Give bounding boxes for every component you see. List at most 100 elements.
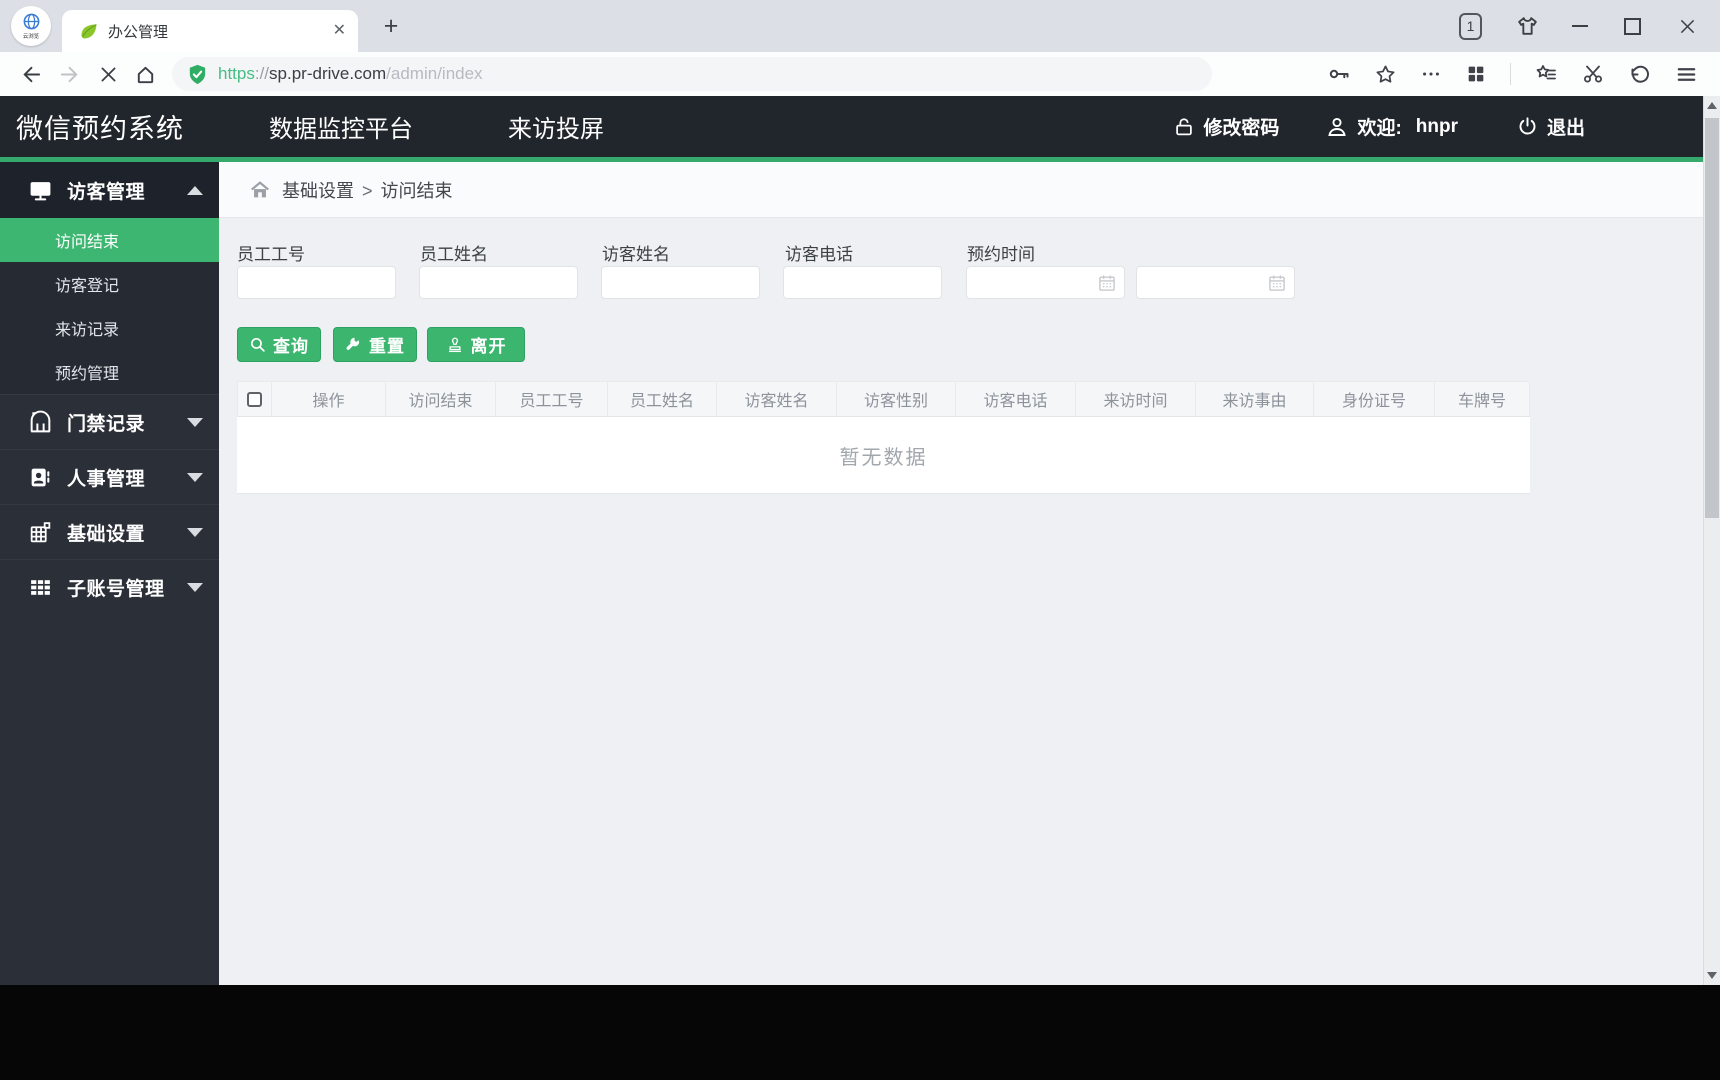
address-bar[interactable]: https://sp.pr-drive.com/admin/index <box>172 57 1212 91</box>
username: hnpr <box>1415 115 1458 137</box>
sidebar-item-reservation-mgmt[interactable]: 预约管理 <box>0 350 219 394</box>
sidebar-section-hr-mgmt[interactable]: 人事管理 <box>0 449 219 504</box>
forward-button[interactable] <box>59 63 82 86</box>
theme-skin-icon[interactable] <box>1515 14 1540 39</box>
sidebar-section-door-records[interactable]: 门禁记录 <box>0 394 219 449</box>
sidebar-section-label: 访客管理 <box>67 181 146 203</box>
label-appoint-time: 预约时间 <box>967 245 1035 264</box>
col-id-number: 身份证号 <box>1314 382 1435 416</box>
col-plate-number: 车牌号 <box>1457 393 1506 410</box>
favorites-list-icon[interactable] <box>1534 62 1558 86</box>
appoint-time-start-input[interactable] <box>966 266 1125 299</box>
browser-logo[interactable]: 云浏览 <box>11 6 51 46</box>
tab-count-badge[interactable]: 1 <box>1459 12 1482 40</box>
scrollbar-thumb[interactable] <box>1705 118 1719 518</box>
sidebar-item-visit-records[interactable]: 来访记录 <box>0 306 219 350</box>
browser-toolbar: https://sp.pr-drive.com/admin/index <box>0 52 1720 96</box>
table-empty-state: 暂无数据 <box>237 417 1530 494</box>
sidebar-item-visitor-register[interactable]: 访客登记 <box>0 262 219 306</box>
new-tab-button[interactable]: + <box>376 11 406 41</box>
welcome-user: 欢迎: hnpr <box>1325 113 1458 140</box>
stop-button[interactable] <box>98 64 119 85</box>
tab-close-icon[interactable]: ✕ <box>333 23 346 39</box>
breadcrumb: 基础设置 > 访问结束 <box>219 162 1703 218</box>
browser-logo-text: 云浏览 <box>22 34 40 40</box>
col-operation: 操作 <box>272 382 386 416</box>
nav-data-monitor[interactable]: 数据监控平台 <box>269 109 413 144</box>
settings-grid-icon <box>30 521 51 542</box>
leave-button[interactable]: 离开 <box>427 327 525 362</box>
bookmark-star-icon[interactable] <box>1374 63 1397 86</box>
breadcrumb-parent[interactable]: 基础设置 <box>282 181 354 201</box>
logout-button[interactable]: 退出 <box>1516 113 1585 140</box>
label-visitor-name: 访客姓名 <box>602 245 670 264</box>
wrench-icon <box>346 337 360 350</box>
chevron-up-icon <box>187 185 203 195</box>
password-key-icon[interactable] <box>1327 62 1351 86</box>
user-icon <box>1328 117 1347 136</box>
minimize-button[interactable] <box>1570 25 1590 27</box>
change-password-button[interactable]: 修改密码 <box>1173 113 1279 140</box>
back-button[interactable] <box>19 63 42 86</box>
url-host: sp.pr-drive.com <box>269 64 387 83</box>
label-visitor-phone: 访客电话 <box>785 245 853 264</box>
url-text: https://sp.pr-drive.com/admin/index <box>218 64 483 84</box>
undo-icon[interactable] <box>1628 62 1652 86</box>
results-table: 操作 访问结束 员工工号 员工姓名 访客姓名 访客性别 访客电话 来访时间 来访… <box>237 381 1530 494</box>
sidebar-section-label: 人事管理 <box>67 468 146 490</box>
visitor-phone-input[interactable] <box>783 266 942 299</box>
breadcrumb-current: 访问结束 <box>380 180 453 201</box>
accounts-grid-icon <box>31 579 50 595</box>
logout-label: 退出 <box>1546 118 1585 139</box>
calendar-icon <box>1267 273 1287 293</box>
table-header-row: 操作 访问结束 员工工号 员工姓名 访客姓名 访客性别 访客电话 来访时间 来访… <box>237 381 1530 417</box>
employee-name-input[interactable] <box>419 266 578 299</box>
sidebar-section-basic-settings[interactable]: 基础设置 <box>0 504 219 559</box>
employee-id-input[interactable] <box>237 266 396 299</box>
leave-button-label: 离开 <box>470 337 507 356</box>
sidebar: 访客管理 访问结束 访客登记 来访记录 预约管理 门禁记录 人事管理 基础设置 … <box>0 162 219 985</box>
select-all-checkbox[interactable] <box>247 391 262 407</box>
monitor-icon <box>30 181 51 200</box>
reset-button[interactable]: 重置 <box>333 327 417 362</box>
app-brand: 微信预约系统 <box>16 114 184 144</box>
menu-hamburger-icon[interactable] <box>1675 63 1698 86</box>
scrollbar-up-arrow[interactable] <box>1707 102 1717 109</box>
sidebar-section-subaccount-mgmt[interactable]: 子账号管理 <box>0 559 219 614</box>
screenshot-scissors-icon[interactable] <box>1581 62 1605 86</box>
id-card-icon <box>31 468 50 486</box>
tab-title: 办公管理 <box>108 23 169 41</box>
browser-titlebar: 云浏览 办公管理 ✕ + 1 <box>0 0 1720 52</box>
query-button[interactable]: 查询 <box>237 327 321 362</box>
power-icon <box>1519 117 1536 135</box>
globe-icon <box>23 13 39 30</box>
window-close-button[interactable] <box>1677 16 1698 37</box>
toolbar-divider <box>1510 63 1511 85</box>
label-employee-id: 员工工号 <box>237 245 305 264</box>
col-visitor-gender: 访客性别 <box>837 382 956 416</box>
label-employee-name: 员工姓名 <box>420 245 488 264</box>
sidebar-section-visitor-mgmt[interactable]: 访客管理 <box>0 162 219 218</box>
col-employee-id: 员工工号 <box>496 382 608 416</box>
home-button[interactable] <box>134 63 157 86</box>
sidebar-section-label: 门禁记录 <box>67 413 146 435</box>
main-content: 基础设置 > 访问结束 员工工号 员工姓名 访客姓名 访客电话 预约时间 查询 … <box>219 162 1703 985</box>
browser-tab[interactable]: 办公管理 ✕ <box>62 10 358 52</box>
maximize-button[interactable] <box>1624 17 1641 35</box>
col-visitor-name: 访客姓名 <box>717 382 837 416</box>
sidebar-item-visit-end[interactable]: 访问结束 <box>0 218 219 262</box>
more-options-icon[interactable] <box>1420 63 1442 85</box>
visitor-name-input[interactable] <box>601 266 760 299</box>
url-scheme: https <box>218 64 255 83</box>
sidebar-submenu: 访问结束 访客登记 来访记录 预约管理 <box>0 218 219 394</box>
page-scrollbar[interactable] <box>1703 96 1720 985</box>
select-all-cell <box>238 382 272 416</box>
apps-grid-icon[interactable] <box>1465 63 1487 85</box>
chevron-down-icon <box>187 582 203 592</box>
nav-visitor-cast[interactable]: 来访投屏 <box>508 109 604 144</box>
welcome-label: 欢迎: <box>1357 118 1402 139</box>
scrollbar-down-arrow[interactable] <box>1707 972 1717 979</box>
home-breadcrumb-icon <box>251 180 269 197</box>
change-password-label: 修改密码 <box>1203 118 1280 139</box>
appoint-time-end-input[interactable] <box>1136 266 1295 299</box>
